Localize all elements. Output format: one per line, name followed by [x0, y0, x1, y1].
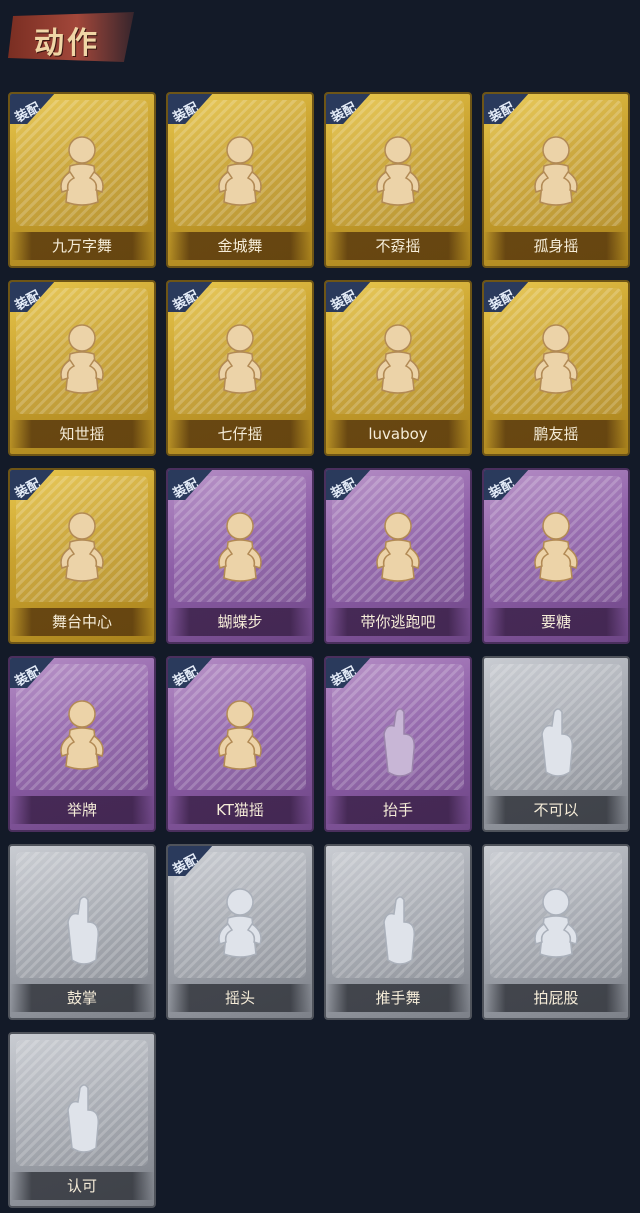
equipped-badge-label: 装配 [328, 100, 359, 126]
arm-raise-figure-icon [356, 130, 440, 230]
emote-card-label: 鹏友摇 [484, 420, 628, 448]
equipped-badge: 装配 [326, 470, 372, 502]
emote-card[interactable]: 装配 举牌 [8, 656, 156, 832]
emote-card-label: 鼓掌 [10, 984, 154, 1012]
reach-figure-icon [514, 506, 598, 606]
emote-card-label: 拍屁股 [484, 984, 628, 1012]
emote-card-label: luvaboy [326, 420, 470, 448]
emote-card-label: 孤身摇 [484, 232, 628, 260]
emote-card-label: 七仔摇 [168, 420, 312, 448]
emote-card-label: 认可 [10, 1172, 154, 1200]
push-hands-figure-icon [356, 882, 440, 982]
equipped-badge-label: 装配 [170, 100, 201, 126]
equipped-badge-label: 装配 [170, 288, 201, 314]
equipped-badge: 装配 [168, 470, 214, 502]
equipped-badge: 装配 [326, 658, 372, 690]
equipped-badge: 装配 [168, 846, 214, 878]
bend-figure-icon [514, 882, 598, 982]
equipped-badge: 装配 [10, 658, 56, 690]
equipped-badge: 装配 [484, 282, 530, 314]
raise-hand-figure-icon [356, 694, 440, 794]
equipped-badge: 装配 [10, 94, 56, 126]
emote-card[interactable]: 装配 要糖 [482, 468, 630, 644]
equipped-badge-label: 装配 [12, 476, 43, 502]
point-side-figure-icon [198, 506, 282, 606]
emote-card-label: 金城舞 [168, 232, 312, 260]
emote-card-label: 九万字舞 [10, 232, 154, 260]
equipped-badge-label: 装配 [170, 476, 201, 502]
emote-card[interactable]: 认可 [8, 1032, 156, 1208]
equipped-badge: 装配 [168, 282, 214, 314]
emote-card[interactable]: 装配 金城舞 [166, 92, 314, 268]
emote-card[interactable]: 鼓掌 [8, 844, 156, 1020]
emote-card-label: 不孬摇 [326, 232, 470, 260]
emote-card[interactable]: 拍屁股 [482, 844, 630, 1020]
emote-card[interactable]: 装配 九万字舞 [8, 92, 156, 268]
fist-figure-icon [514, 318, 598, 418]
emote-card-label: 要糖 [484, 608, 628, 636]
emote-card-label: KT猫摇 [168, 796, 312, 824]
emote-card[interactable]: 装配 摇头 [166, 844, 314, 1020]
emote-card-label: 蝴蝶步 [168, 608, 312, 636]
run-figure-icon [356, 506, 440, 606]
thumbs-up-icon [40, 1070, 124, 1170]
emote-card-label: 知世摇 [10, 420, 154, 448]
emote-card[interactable]: 不可以 [482, 656, 630, 832]
equipped-badge: 装配 [168, 94, 214, 126]
emote-card[interactable]: 装配 抬手 [324, 656, 472, 832]
music-figure-icon [40, 318, 124, 418]
equipped-badge: 装配 [168, 658, 214, 690]
emote-grid: 装配 九万字舞 装配 金城舞 装配 不孬摇 装配 孤身摇 装配 知世摇 装配 七仔摇 装配 luvaboy… [0, 0, 640, 1213]
emote-card[interactable]: 装配 KT猫摇 [166, 656, 314, 832]
equipped-badge-label: 装配 [12, 288, 43, 314]
emote-card-label: 举牌 [10, 796, 154, 824]
emote-card-label: 带你逃跑吧 [326, 608, 470, 636]
emote-card-label: 舞台中心 [10, 608, 154, 636]
equipped-badge-label: 装配 [12, 100, 43, 126]
emote-card[interactable]: 装配 不孬摇 [324, 92, 472, 268]
equipped-badge-label: 装配 [328, 476, 359, 502]
point-figure-icon [356, 318, 440, 418]
shake-head-figure-icon [198, 882, 282, 982]
emote-card-label: 抬手 [326, 796, 470, 824]
sign-figure-icon [40, 694, 124, 794]
emote-card[interactable]: 推手舞 [324, 844, 472, 1020]
emote-card[interactable]: 装配 luvaboy [324, 280, 472, 456]
equipped-badge: 装配 [10, 282, 56, 314]
emote-card[interactable]: 装配 知世摇 [8, 280, 156, 456]
clap-hands-icon [40, 882, 124, 982]
equipped-badge-label: 装配 [328, 288, 359, 314]
equipped-badge-label: 装配 [486, 100, 517, 126]
equipped-badge: 装配 [10, 470, 56, 502]
equipped-badge-label: 装配 [170, 664, 201, 690]
cat-figure-icon [198, 694, 282, 794]
equipped-badge-label: 装配 [486, 476, 517, 502]
dance-figure-icon [40, 130, 124, 230]
emote-card-label: 摇头 [168, 984, 312, 1012]
equipped-badge: 装配 [326, 94, 372, 126]
emote-card[interactable]: 装配 七仔摇 [166, 280, 314, 456]
sparkle-figure-icon [514, 130, 598, 230]
emote-card[interactable]: 装配 蝴蝶步 [166, 468, 314, 644]
emote-card[interactable]: 装配 带你逃跑吧 [324, 468, 472, 644]
pose-figure-icon [40, 506, 124, 606]
equipped-badge-label: 装配 [12, 664, 43, 690]
equipped-badge-label: 装配 [486, 288, 517, 314]
equipped-badge: 装配 [484, 470, 530, 502]
emote-card[interactable]: 装配 舞台中心 [8, 468, 156, 644]
finger-wag-icon [514, 694, 598, 794]
emote-card-label: 推手舞 [326, 984, 470, 1012]
equipped-badge-label: 装配 [170, 852, 201, 878]
equipped-badge-label: 装配 [328, 664, 359, 690]
wave-figure-icon [198, 130, 282, 230]
emote-card[interactable]: 装配 孤身摇 [482, 92, 630, 268]
emote-card-label: 不可以 [484, 796, 628, 824]
cross-arm-figure-icon [198, 318, 282, 418]
equipped-badge: 装配 [326, 282, 372, 314]
emote-card[interactable]: 装配 鹏友摇 [482, 280, 630, 456]
equipped-badge: 装配 [484, 94, 530, 126]
